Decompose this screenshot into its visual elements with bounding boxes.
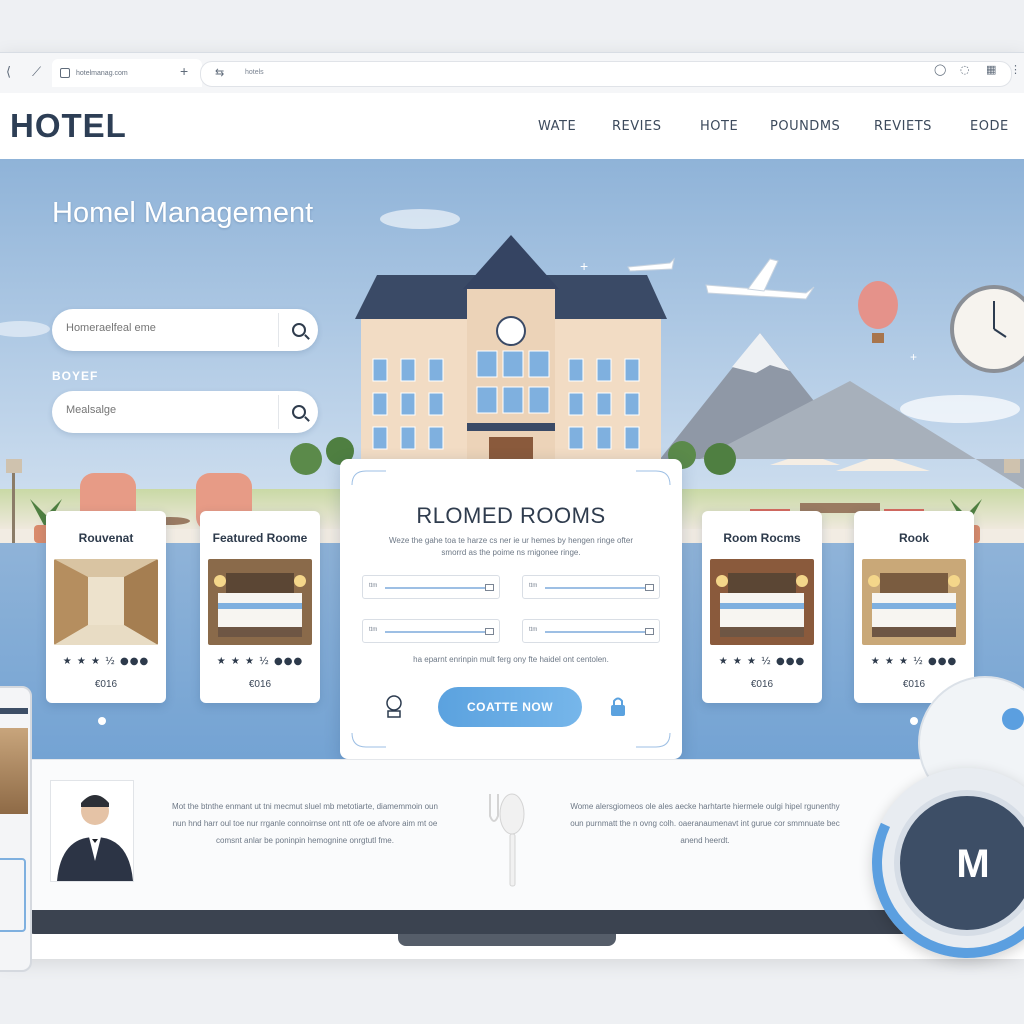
mobile-device [0, 686, 32, 972]
booking-title: RLOMED ROOMS [416, 503, 606, 528]
card-price: €016 [750, 679, 774, 690]
room-card[interactable]: Featured Roome ★ ★ ★ ½ ●●● €016 [200, 511, 320, 703]
nav-item-4[interactable]: POUNDMS [770, 119, 840, 134]
field-value-bar [385, 587, 485, 589]
dropdown-icon [645, 628, 654, 635]
mobile-photo [0, 728, 28, 814]
room-photo [710, 559, 814, 645]
back-icon[interactable]: ⟨ [6, 65, 11, 80]
dropdown-icon [485, 628, 494, 635]
site-header: HOTEL WATE REVIES HOTE POUNDMS REVIETS E… [0, 93, 1024, 159]
card-title: Rouvenat [78, 531, 134, 545]
device-frame: ⟨ ⟋ hotelmanag.com + ⇆ hotels ◯ ◌ ▦ ⋮ HO… [0, 52, 1024, 959]
room-photo [862, 559, 966, 645]
carousel-dot[interactable] [910, 717, 918, 725]
room-card[interactable]: Room Rocms ★ ★ ★ ½ ●●● €016 [702, 511, 822, 703]
hero-title: Homel Management [52, 197, 314, 229]
search-icon [292, 405, 306, 419]
concierge-bell-icon [386, 695, 402, 718]
booking-field[interactable]: ttm [522, 619, 660, 643]
info-text-left: Mot the btnthe enmant ut tni mecmut slue… [172, 802, 438, 845]
rating-stars: ★ ★ ★ ½ ●●● [718, 656, 806, 667]
laptop-notch [398, 934, 616, 946]
card-price: €016 [94, 679, 118, 690]
search-input[interactable] [64, 321, 268, 335]
field-label: ttm [369, 627, 378, 633]
rating-stars: ★ ★ ★ ½ ●●● [216, 656, 304, 667]
field-value-bar [385, 631, 485, 633]
nav-item-3[interactable]: HOTE [700, 119, 738, 134]
browser-chrome: ⟨ ⟋ hotelmanag.com + ⇆ hotels ◯ ◌ ▦ ⋮ [0, 53, 1024, 94]
filter-label: BOYEF [52, 369, 99, 383]
cutlery-icon [489, 793, 525, 887]
card-price: €016 [248, 679, 272, 690]
search-icon [292, 323, 306, 337]
nav-item-5[interactable]: REVIETS [874, 119, 932, 134]
nav-item-1[interactable]: WATE [538, 119, 576, 134]
field-value-bar [545, 631, 645, 633]
carousel-dot[interactable] [98, 717, 106, 725]
booking-panel: RLOMED ROOMS Weze the gahe toa te harze … [340, 459, 682, 759]
booking-description: Weze the gahe toa te harze cs ner ie ur … [389, 536, 633, 557]
svg-text:+: + [910, 350, 917, 364]
hotel-building-illustration [355, 235, 667, 487]
filter-input[interactable] [64, 403, 268, 417]
url-text: hotels [245, 69, 264, 76]
field-value-bar [545, 587, 645, 589]
new-tab-button[interactable]: + [180, 63, 188, 79]
shield-icon[interactable]: ◯ [934, 63, 946, 76]
booking-field[interactable]: ttm [522, 575, 660, 599]
rating-stars: ★ ★ ★ ½ ●●● [870, 656, 958, 667]
booking-note: ha eparnt enrinpin mult ferg ony fte hai… [413, 655, 609, 664]
info-strip: Mot the btnthe enmant ut tni mecmut slue… [0, 759, 1024, 912]
address-bar[interactable]: ⇆ hotels [200, 61, 1012, 87]
concierge-illustration [50, 780, 134, 882]
badge-letter: M [956, 842, 990, 886]
forward-icon[interactable]: ⟋ [32, 65, 41, 80]
field-label: ttm [369, 583, 378, 589]
mobile-card[interactable] [0, 858, 26, 932]
search-button[interactable] [282, 313, 316, 347]
room-photo [54, 559, 158, 645]
tab-label: hotelmanag.com [76, 69, 128, 77]
tune-icon: ⇆ [215, 67, 225, 79]
card-title: Room Rocms [723, 531, 801, 545]
search-bar-secondary[interactable] [52, 391, 318, 433]
site-logo[interactable]: HOTEL [10, 107, 127, 145]
search-bar-primary[interactable] [52, 309, 318, 351]
lock-icon [611, 697, 625, 716]
booking-field[interactable]: ttm [362, 575, 500, 599]
book-now-button[interactable]: COATTE NOW [438, 687, 582, 727]
badge-indicator [1002, 708, 1024, 730]
search-divider [278, 313, 279, 347]
menu-icon[interactable]: ⋮ [1010, 63, 1021, 76]
nav-item-2[interactable]: REVIES [612, 119, 661, 134]
page-icon [60, 68, 70, 78]
extensions-icon[interactable]: ▦ [986, 63, 996, 76]
search-divider [278, 395, 279, 429]
nav-item-6[interactable]: EODE [970, 119, 1009, 134]
refresh-icon[interactable]: ◌ [960, 63, 970, 76]
info-text-right: Wome alersgiomeos ole ales aecke harhtar… [570, 802, 840, 845]
room-card[interactable]: Rook ★ ★ ★ ½ ●●● €016 [854, 511, 974, 703]
rating-stars: ★ ★ ★ ½ ●●● [62, 656, 150, 667]
search-button[interactable] [282, 395, 316, 429]
room-card[interactable]: Rouvenat ★ ★ ★ ½ ●●● €016 [46, 511, 166, 703]
calendar-icon [645, 584, 654, 591]
card-title: Featured Roome [212, 531, 308, 545]
room-photo [208, 559, 312, 645]
booking-field[interactable]: ttm [362, 619, 500, 643]
calendar-icon [485, 584, 494, 591]
field-label: ttm [529, 627, 538, 633]
laptop-bezel [28, 910, 908, 934]
field-label: ttm [529, 583, 538, 589]
card-title: Rook [899, 531, 929, 545]
mobile-header [0, 708, 28, 714]
